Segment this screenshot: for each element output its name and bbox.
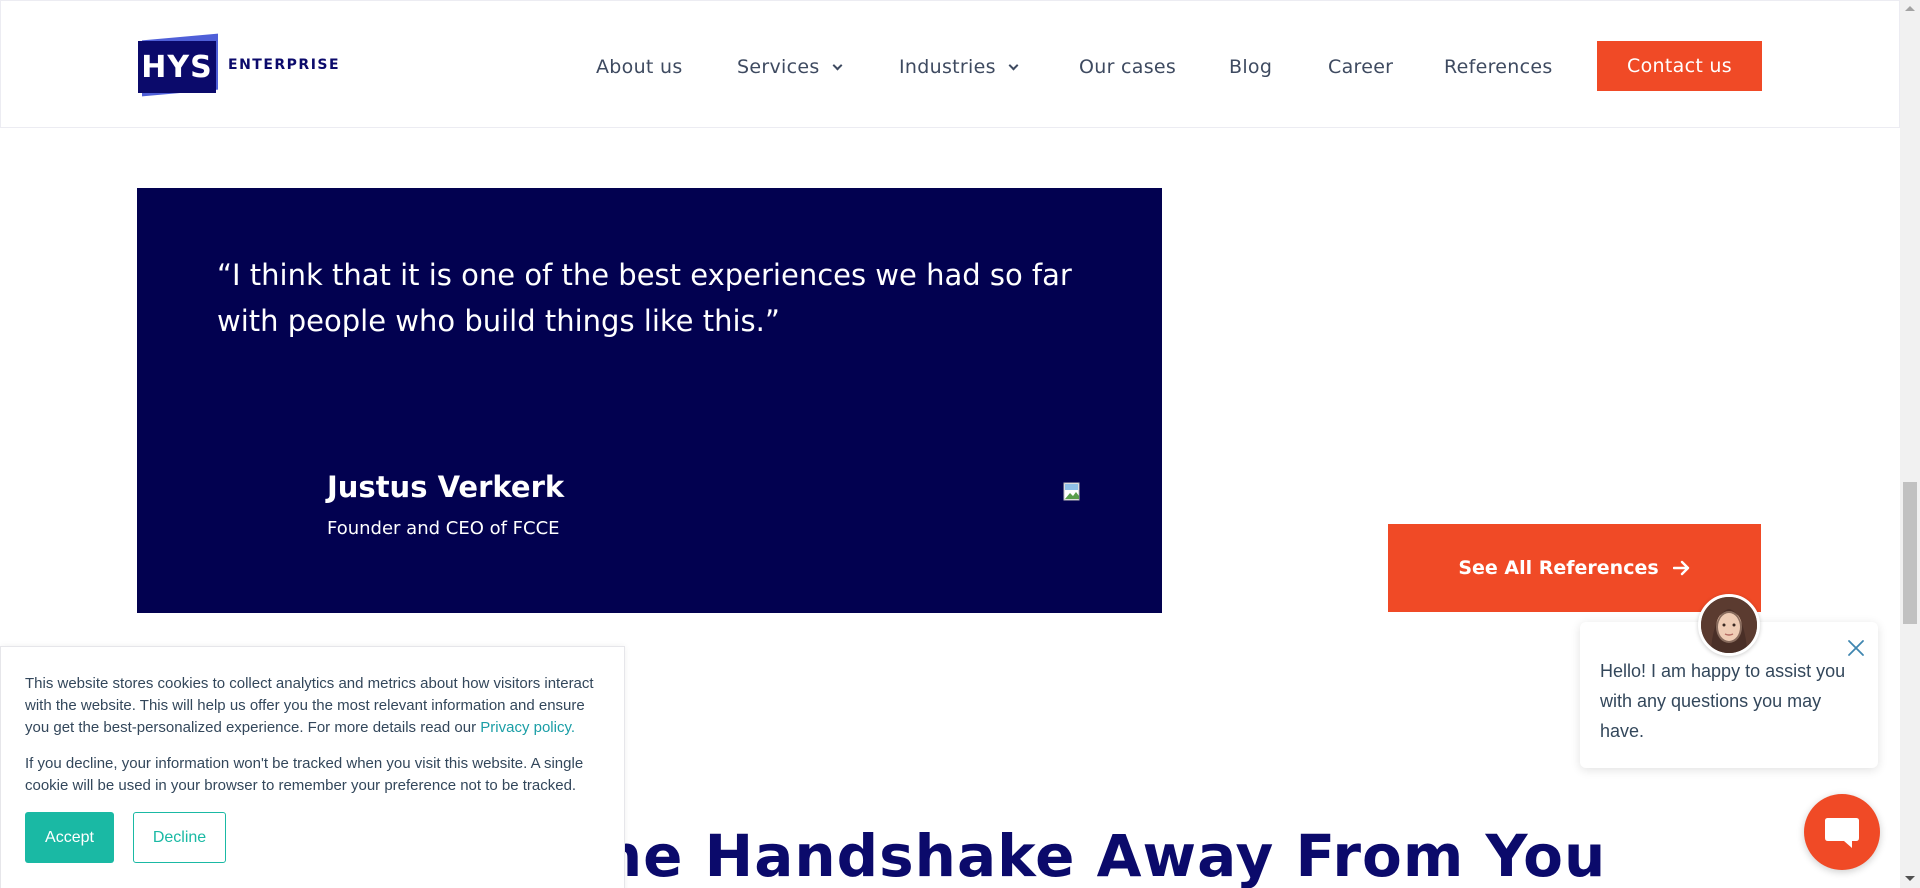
contact-us-button[interactable]: Contact us: [1597, 41, 1762, 91]
nav-career[interactable]: Career: [1328, 53, 1393, 81]
accept-cookies-button[interactable]: Accept: [25, 812, 114, 863]
chevron-down-icon: [1008, 60, 1019, 71]
arrow-right-icon: [1672, 560, 1691, 576]
chat-agent-avatar: [1698, 594, 1760, 656]
site-header: HYS ENTERPRISE About us Services Industr…: [0, 0, 1900, 128]
decline-cookies-button[interactable]: Decline: [133, 812, 226, 863]
cookie-text: This website stores cookies to collect a…: [25, 675, 594, 736]
nav-services[interactable]: Services: [737, 53, 842, 81]
scrollbar-thumb[interactable]: [1903, 482, 1917, 624]
scroll-up-icon[interactable]: [1905, 6, 1915, 11]
nav-our-cases[interactable]: Our cases: [1079, 53, 1176, 81]
testimonial-role: Founder and CEO of FCCE: [327, 518, 560, 539]
close-icon[interactable]: [1846, 638, 1866, 658]
cookie-banner: This website stores cookies to collect a…: [0, 646, 625, 888]
broken-image-icon: [1063, 482, 1080, 501]
chat-message: Hello! I am happy to assist you with any…: [1600, 661, 1846, 741]
logo-text: ENTERPRISE: [228, 57, 341, 73]
nav-references[interactable]: References: [1444, 53, 1553, 81]
chevron-down-icon: [832, 60, 842, 71]
chat-launcher-button[interactable]: [1804, 794, 1880, 870]
privacy-policy-link[interactable]: Privacy policy.: [480, 719, 575, 736]
nav-blog[interactable]: Blog: [1229, 53, 1272, 81]
testimonial-author: Justus Verkerk: [327, 470, 565, 504]
chat-bubble-icon: [1825, 818, 1859, 848]
logo-mark: HYS: [138, 33, 218, 97]
page-scrollbar[interactable]: [1900, 0, 1920, 888]
see-all-references-button[interactable]: See All References: [1388, 524, 1761, 612]
testimonial-quote: “I think that it is one of the best expe…: [217, 258, 1072, 338]
logo[interactable]: HYS ENTERPRISE: [138, 33, 341, 97]
cookie-text-decline-info: If you decline, your information won't b…: [25, 755, 584, 794]
nav-industries[interactable]: Industries: [899, 53, 1019, 81]
testimonial-card: “I think that it is one of the best expe…: [137, 188, 1162, 613]
nav-about-us[interactable]: About us: [596, 53, 683, 81]
section-heading: one Handshake Away From You: [560, 822, 1607, 888]
scroll-down-icon[interactable]: [1905, 876, 1915, 881]
